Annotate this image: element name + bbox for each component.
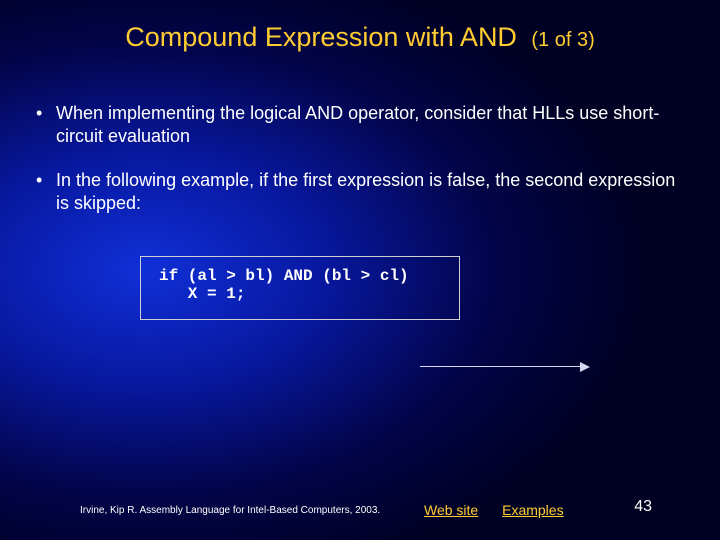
slide-title-sub: (1 of 3) [531,29,594,51]
bullet-item: In the following example, if the first e… [36,169,680,214]
examples-link[interactable]: Examples [502,502,563,518]
arrow-icon [420,362,590,372]
arrow-head [580,362,590,372]
code-box: if (al > bl) AND (bl > cl) X = 1; [140,256,460,320]
arrow-line [420,366,580,367]
bullet-item: When implementing the logical AND operat… [36,102,680,147]
bullet-list: When implementing the logical AND operat… [36,102,680,236]
slide-title: Compound Expression with AND [125,22,517,52]
footer-links: Web site Examples [424,502,584,518]
website-link[interactable]: Web site [424,502,478,518]
footer: Irvine, Kip R. Assembly Language for Int… [80,496,680,516]
citation-text: Irvine, Kip R. Assembly Language for Int… [80,505,380,516]
slide: Compound Expression with AND (1 of 3) Wh… [0,0,720,540]
page-number: 43 [634,498,652,516]
title-row: Compound Expression with AND (1 of 3) [0,22,720,53]
